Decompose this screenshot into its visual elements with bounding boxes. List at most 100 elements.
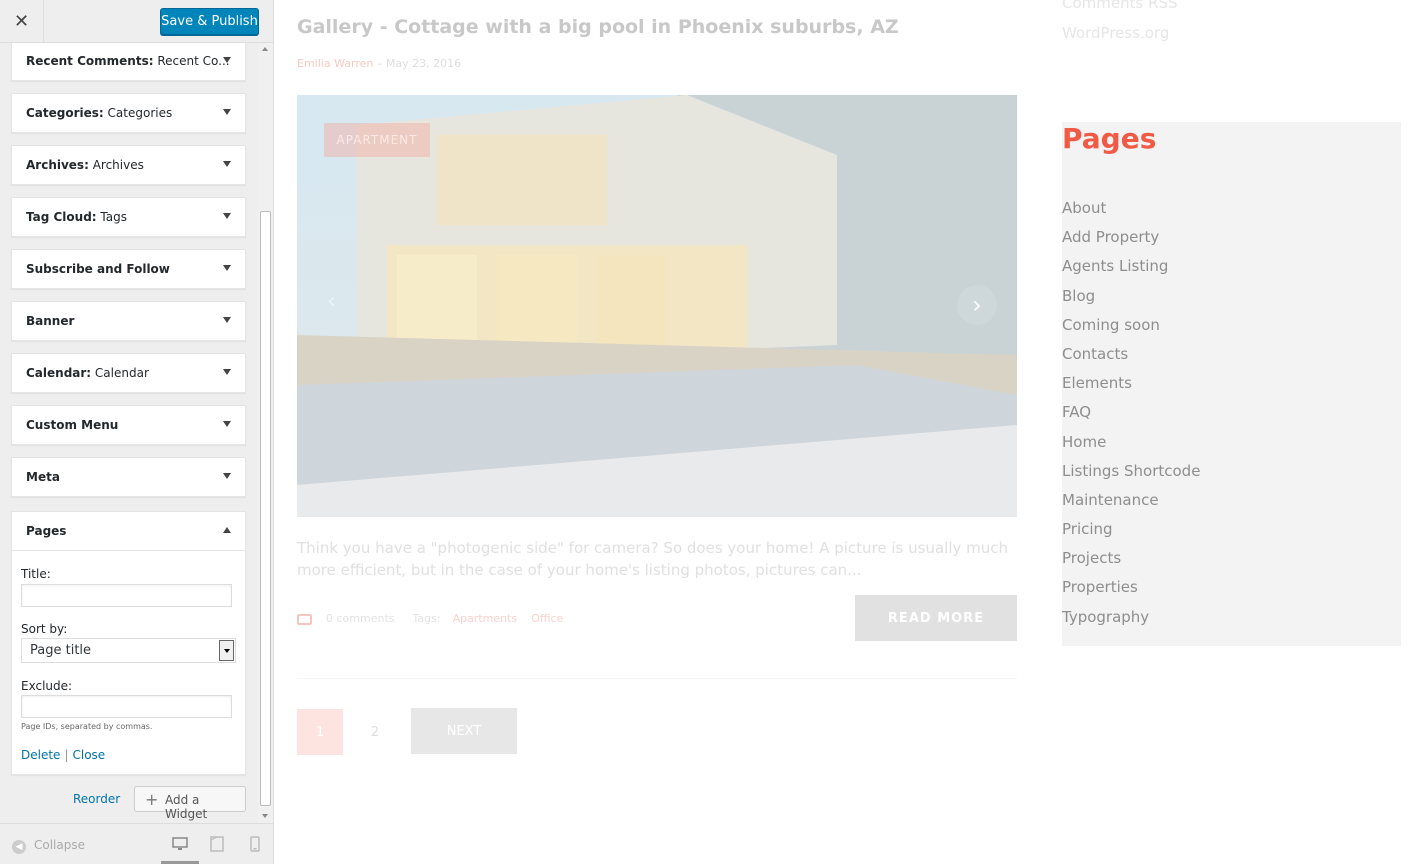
title-input[interactable] [21, 584, 232, 607]
widget-title: Subscribe and Follow [26, 262, 170, 276]
page-link[interactable]: Add Property [1062, 225, 1200, 254]
house-photo [297, 95, 1017, 517]
chevron-down-icon[interactable] [223, 473, 231, 479]
widget-title: Custom Menu [26, 418, 119, 432]
tags-label: Tags: [412, 612, 441, 625]
widget-custom-menu[interactable]: Custom Menu [11, 405, 246, 445]
widget-tag-cloud[interactable]: Tag Cloud: Tags [11, 197, 246, 237]
delete-link[interactable]: Delete [21, 748, 60, 762]
add-widget-label: Add a Widget [165, 793, 208, 821]
page-link[interactable]: Contacts [1062, 342, 1200, 371]
scroll-down-icon[interactable] [262, 814, 268, 818]
meta-links: Comments RSS WordPress.org [1062, 0, 1178, 48]
page-link[interactable]: Agents Listing [1062, 254, 1200, 283]
chevron-up-icon[interactable] [223, 527, 231, 533]
site-preview: Gallery - Cottage with a big pool in Pho… [274, 0, 1419, 864]
collapse-icon: ◀ [12, 840, 26, 854]
widget-subscribe-follow[interactable]: Subscribe and Follow [11, 249, 246, 289]
widget-archives[interactable]: Archives: Archives [11, 145, 246, 185]
post-date: May 23, 2016 [385, 57, 462, 70]
sort-by-label: Sort by: [21, 622, 68, 636]
customizer-footer: ◀ Collapse [0, 823, 273, 864]
chevron-down-icon[interactable] [223, 109, 231, 115]
separator: | [64, 748, 69, 762]
page-link[interactable]: Elements [1062, 371, 1200, 400]
exclude-hint: Page IDs, separated by commas. [21, 722, 153, 731]
page-link[interactable]: Coming soon [1062, 313, 1200, 342]
widget-title: Recent Comments: Recent Co... [26, 54, 230, 68]
reorder-link[interactable]: Reorder [73, 792, 120, 806]
dropdown-arrow-icon[interactable] [219, 640, 234, 661]
widget-categories[interactable]: Categories: Categories [11, 93, 246, 133]
pagination-page[interactable]: 2 [352, 709, 398, 755]
sidebar-scrollbar[interactable] [258, 43, 273, 823]
post-author[interactable]: Emilia Warren [297, 57, 373, 70]
chevron-right-icon[interactable]: › [957, 285, 997, 325]
tag-link[interactable]: Apartments [453, 612, 518, 625]
chevron-down-icon[interactable] [223, 161, 231, 167]
category-badge[interactable]: APARTMENT [324, 123, 430, 157]
widget-title: Meta [26, 470, 60, 484]
widget-list: Recent Comments: Recent Co... Categories… [0, 43, 258, 823]
page-link[interactable]: FAQ [1062, 400, 1200, 429]
scroll-up-icon[interactable] [262, 47, 268, 51]
chevron-down-icon[interactable] [223, 265, 231, 271]
comment-count[interactable]: 0 comments [326, 612, 395, 625]
plus-icon: + [145, 790, 159, 809]
comment-icon [297, 613, 312, 625]
page-link[interactable]: Pricing [1062, 517, 1200, 546]
close-customizer-button[interactable]: ✕ [0, 0, 44, 43]
chevron-down-icon[interactable] [223, 57, 231, 63]
page-link[interactable]: Blog [1062, 284, 1200, 313]
page-link[interactable]: Typography [1062, 605, 1200, 634]
close-link[interactable]: Close [72, 748, 105, 762]
title-label: Title: [21, 567, 51, 581]
sort-by-select[interactable]: Page title [21, 638, 236, 663]
page-link[interactable]: Home [1062, 430, 1200, 459]
sort-by-value: Page title [30, 643, 92, 658]
widget-title: Banner [26, 314, 75, 328]
page-link[interactable]: Maintenance [1062, 488, 1200, 517]
widget-title: Pages [26, 524, 67, 538]
page-link[interactable]: Listings Shortcode [1062, 459, 1200, 488]
widget-recent-comments[interactable]: Recent Comments: Recent Co... [11, 43, 246, 81]
pagination-current[interactable]: 1 [297, 709, 343, 755]
pages-widget-preview: Pages About Add Property Agents Listing … [1062, 122, 1401, 646]
post-title[interactable]: Gallery - Cottage with a big pool in Pho… [297, 16, 899, 38]
exclude-label: Exclude: [21, 679, 73, 693]
widget-calendar[interactable]: Calendar: Calendar [11, 353, 246, 393]
exclude-input[interactable] [21, 695, 232, 718]
pages-list: About Add Property Agents Listing Blog C… [1062, 196, 1200, 634]
page-link[interactable]: About [1062, 196, 1200, 225]
widget-title: Archives: Archives [26, 158, 144, 172]
desktop-preview-icon[interactable] [172, 836, 188, 852]
widget-actions: Delete | Close [21, 748, 105, 762]
customizer-header: ✕ Save & Publish [0, 0, 273, 43]
tag-link[interactable]: Office [531, 612, 563, 625]
meta-link[interactable]: Comments RSS [1062, 0, 1178, 18]
scroll-thumb[interactable] [260, 211, 271, 806]
widget-title: Categories: Categories [26, 106, 173, 120]
post-excerpt: Think you have a "photogenic side" for c… [297, 539, 1009, 579]
collapse-button[interactable]: ◀ Collapse [12, 838, 85, 854]
add-widget-button[interactable]: + Add a Widget [134, 786, 246, 821]
widget-meta[interactable]: Meta [11, 457, 246, 497]
widget-banner[interactable]: Banner [11, 301, 246, 341]
save-publish-button[interactable]: Save & Publish [160, 8, 259, 35]
widget-pages-header[interactable]: Pages [12, 512, 245, 551]
post-gallery-image[interactable]: APARTMENT ‹ › [297, 95, 1017, 517]
page-link[interactable]: Projects [1062, 546, 1200, 575]
meta-link[interactable]: WordPress.org [1062, 18, 1178, 48]
chevron-down-icon[interactable] [223, 213, 231, 219]
chevron-left-icon[interactable]: ‹ [327, 289, 336, 314]
read-more-button[interactable]: READ MORE [855, 595, 1017, 641]
mobile-preview-icon[interactable] [247, 836, 263, 852]
page-link[interactable]: Properties [1062, 575, 1200, 604]
tablet-preview-icon[interactable] [209, 836, 225, 852]
chevron-down-icon[interactable] [223, 421, 231, 427]
chevron-down-icon[interactable] [223, 317, 231, 323]
widget-title: Tag Cloud: Tags [26, 210, 127, 224]
chevron-down-icon[interactable] [223, 369, 231, 375]
pagination-next-button[interactable]: NEXT [411, 708, 517, 754]
widget-pages-expanded: Pages Title: Sort by: Page title Exclude… [11, 511, 246, 775]
